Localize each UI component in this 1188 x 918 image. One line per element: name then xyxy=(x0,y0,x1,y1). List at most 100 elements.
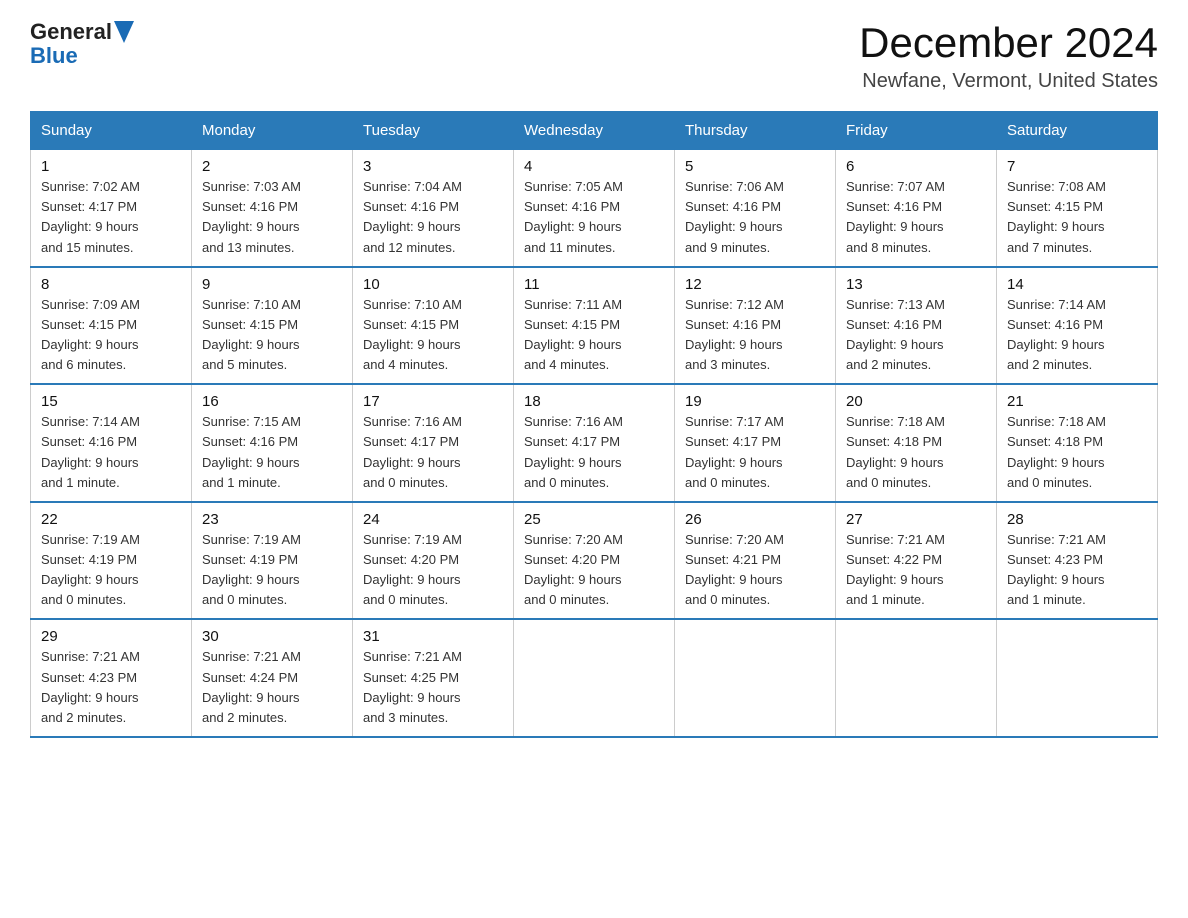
logo-general-text: General xyxy=(30,20,112,44)
calendar-cell: 2 Sunrise: 7:03 AM Sunset: 4:16 PM Daylig… xyxy=(192,150,353,267)
calendar-cell: 19 Sunrise: 7:17 AM Sunset: 4:17 PM Dayli… xyxy=(675,384,836,502)
day-number: 4 xyxy=(524,158,664,175)
day-number: 18 xyxy=(524,393,664,410)
calendar-cell: 21 Sunrise: 7:18 AM Sunset: 4:18 PM Dayli… xyxy=(997,384,1158,502)
day-info: Sunrise: 7:10 AM Sunset: 4:15 PM Dayligh… xyxy=(363,295,503,376)
day-number: 10 xyxy=(363,276,503,293)
calendar-cell xyxy=(675,619,836,737)
calendar-header: SundayMondayTuesdayWednesdayThursdayFrid… xyxy=(31,112,1158,150)
calendar-cell: 15 Sunrise: 7:14 AM Sunset: 4:16 PM Dayli… xyxy=(31,384,192,502)
day-number: 26 xyxy=(685,511,825,528)
calendar-cell: 10 Sunrise: 7:10 AM Sunset: 4:15 PM Dayli… xyxy=(353,267,514,385)
day-number: 17 xyxy=(363,393,503,410)
column-header-sunday: Sunday xyxy=(31,112,192,150)
day-info: Sunrise: 7:21 AM Sunset: 4:23 PM Dayligh… xyxy=(1007,530,1147,611)
day-info: Sunrise: 7:21 AM Sunset: 4:25 PM Dayligh… xyxy=(363,647,503,728)
day-info: Sunrise: 7:15 AM Sunset: 4:16 PM Dayligh… xyxy=(202,412,342,493)
calendar-cell: 18Sunrise: 7:16 AM Sunset: 4:17 PM Dayli… xyxy=(514,384,675,502)
calendar-week-row: 8 Sunrise: 7:09 AM Sunset: 4:15 PM Daylig… xyxy=(31,267,1158,385)
day-number: 19 xyxy=(685,393,825,410)
calendar-cell: 12 Sunrise: 7:12 AM Sunset: 4:16 PM Dayli… xyxy=(675,267,836,385)
day-number: 2 xyxy=(202,158,342,175)
calendar-cell: 22 Sunrise: 7:19 AM Sunset: 4:19 PM Dayli… xyxy=(31,502,192,620)
header: General Blue December 2024 Newfane, Verm… xyxy=(30,20,1158,93)
calendar-week-row: 22 Sunrise: 7:19 AM Sunset: 4:19 PM Dayli… xyxy=(31,502,1158,620)
day-number: 15 xyxy=(41,393,181,410)
day-info: Sunrise: 7:21 AM Sunset: 4:24 PM Dayligh… xyxy=(202,647,342,728)
calendar-week-row: 15 Sunrise: 7:14 AM Sunset: 4:16 PM Dayli… xyxy=(31,384,1158,502)
page-subtitle: Newfane, Vermont, United States xyxy=(859,70,1158,93)
day-number: 14 xyxy=(1007,276,1147,293)
day-number: 25 xyxy=(524,511,664,528)
calendar-cell xyxy=(997,619,1158,737)
calendar-cell: 20Sunrise: 7:18 AM Sunset: 4:18 PM Dayli… xyxy=(836,384,997,502)
calendar-cell: 8 Sunrise: 7:09 AM Sunset: 4:15 PM Daylig… xyxy=(31,267,192,385)
calendar-cell: 13Sunrise: 7:13 AM Sunset: 4:16 PM Dayli… xyxy=(836,267,997,385)
day-info: Sunrise: 7:20 AM Sunset: 4:21 PM Dayligh… xyxy=(685,530,825,611)
day-info: Sunrise: 7:09 AM Sunset: 4:15 PM Dayligh… xyxy=(41,295,181,376)
day-number: 6 xyxy=(846,158,986,175)
calendar-cell: 9Sunrise: 7:10 AM Sunset: 4:15 PM Daylig… xyxy=(192,267,353,385)
day-info: Sunrise: 7:14 AM Sunset: 4:16 PM Dayligh… xyxy=(41,412,181,493)
column-header-saturday: Saturday xyxy=(997,112,1158,150)
calendar-cell: 11 Sunrise: 7:11 AM Sunset: 4:15 PM Dayli… xyxy=(514,267,675,385)
day-number: 13 xyxy=(846,276,986,293)
calendar-week-row: 1 Sunrise: 7:02 AM Sunset: 4:17 PM Daylig… xyxy=(31,150,1158,267)
day-number: 16 xyxy=(202,393,342,410)
calendar-cell: 31Sunrise: 7:21 AM Sunset: 4:25 PM Dayli… xyxy=(353,619,514,737)
calendar-cell: 14 Sunrise: 7:14 AM Sunset: 4:16 PM Dayli… xyxy=(997,267,1158,385)
page-title: December 2024 xyxy=(859,20,1158,66)
day-info: Sunrise: 7:08 AM Sunset: 4:15 PM Dayligh… xyxy=(1007,177,1147,258)
column-header-tuesday: Tuesday xyxy=(353,112,514,150)
day-number: 5 xyxy=(685,158,825,175)
day-info: Sunrise: 7:20 AM Sunset: 4:20 PM Dayligh… xyxy=(524,530,664,611)
day-info: Sunrise: 7:03 AM Sunset: 4:16 PM Dayligh… xyxy=(202,177,342,258)
calendar-cell: 27Sunrise: 7:21 AM Sunset: 4:22 PM Dayli… xyxy=(836,502,997,620)
day-number: 9 xyxy=(202,276,342,293)
day-info: Sunrise: 7:18 AM Sunset: 4:18 PM Dayligh… xyxy=(1007,412,1147,493)
day-number: 28 xyxy=(1007,511,1147,528)
day-number: 21 xyxy=(1007,393,1147,410)
calendar-cell: 25 Sunrise: 7:20 AM Sunset: 4:20 PM Dayli… xyxy=(514,502,675,620)
column-header-wednesday: Wednesday xyxy=(514,112,675,150)
title-area: December 2024 Newfane, Vermont, United S… xyxy=(859,20,1158,93)
calendar-cell: 28 Sunrise: 7:21 AM Sunset: 4:23 PM Dayli… xyxy=(997,502,1158,620)
calendar-cell: 4 Sunrise: 7:05 AM Sunset: 4:16 PM Daylig… xyxy=(514,150,675,267)
day-number: 23 xyxy=(202,511,342,528)
day-number: 29 xyxy=(41,628,181,645)
day-info: Sunrise: 7:14 AM Sunset: 4:16 PM Dayligh… xyxy=(1007,295,1147,376)
day-number: 11 xyxy=(524,276,664,293)
calendar-cell: 7Sunrise: 7:08 AM Sunset: 4:15 PM Daylig… xyxy=(997,150,1158,267)
day-number: 22 xyxy=(41,511,181,528)
logo-blue-text: Blue xyxy=(30,43,78,68)
day-info: Sunrise: 7:04 AM Sunset: 4:16 PM Dayligh… xyxy=(363,177,503,258)
day-info: Sunrise: 7:19 AM Sunset: 4:19 PM Dayligh… xyxy=(202,530,342,611)
day-info: Sunrise: 7:05 AM Sunset: 4:16 PM Dayligh… xyxy=(524,177,664,258)
day-info: Sunrise: 7:06 AM Sunset: 4:16 PM Dayligh… xyxy=(685,177,825,258)
day-info: Sunrise: 7:12 AM Sunset: 4:16 PM Dayligh… xyxy=(685,295,825,376)
day-info: Sunrise: 7:07 AM Sunset: 4:16 PM Dayligh… xyxy=(846,177,986,258)
calendar-cell: 3Sunrise: 7:04 AM Sunset: 4:16 PM Daylig… xyxy=(353,150,514,267)
day-number: 8 xyxy=(41,276,181,293)
day-number: 1 xyxy=(41,158,181,175)
column-header-friday: Friday xyxy=(836,112,997,150)
calendar-cell xyxy=(836,619,997,737)
calendar-cell: 17Sunrise: 7:16 AM Sunset: 4:17 PM Dayli… xyxy=(353,384,514,502)
day-info: Sunrise: 7:17 AM Sunset: 4:17 PM Dayligh… xyxy=(685,412,825,493)
day-info: Sunrise: 7:19 AM Sunset: 4:19 PM Dayligh… xyxy=(41,530,181,611)
calendar-week-row: 29 Sunrise: 7:21 AM Sunset: 4:23 PM Dayli… xyxy=(31,619,1158,737)
logo-triangle-icon xyxy=(114,21,134,43)
column-header-monday: Monday xyxy=(192,112,353,150)
day-info: Sunrise: 7:21 AM Sunset: 4:23 PM Dayligh… xyxy=(41,647,181,728)
day-info: Sunrise: 7:19 AM Sunset: 4:20 PM Dayligh… xyxy=(363,530,503,611)
day-info: Sunrise: 7:11 AM Sunset: 4:15 PM Dayligh… xyxy=(524,295,664,376)
day-info: Sunrise: 7:02 AM Sunset: 4:17 PM Dayligh… xyxy=(41,177,181,258)
logo: General Blue xyxy=(30,20,134,68)
calendar-cell: 16 Sunrise: 7:15 AM Sunset: 4:16 PM Dayli… xyxy=(192,384,353,502)
day-number: 12 xyxy=(685,276,825,293)
day-number: 24 xyxy=(363,511,503,528)
calendar-cell: 6 Sunrise: 7:07 AM Sunset: 4:16 PM Daylig… xyxy=(836,150,997,267)
column-header-thursday: Thursday xyxy=(675,112,836,150)
calendar-cell: 5 Sunrise: 7:06 AM Sunset: 4:16 PM Daylig… xyxy=(675,150,836,267)
calendar-cell: 1 Sunrise: 7:02 AM Sunset: 4:17 PM Daylig… xyxy=(31,150,192,267)
